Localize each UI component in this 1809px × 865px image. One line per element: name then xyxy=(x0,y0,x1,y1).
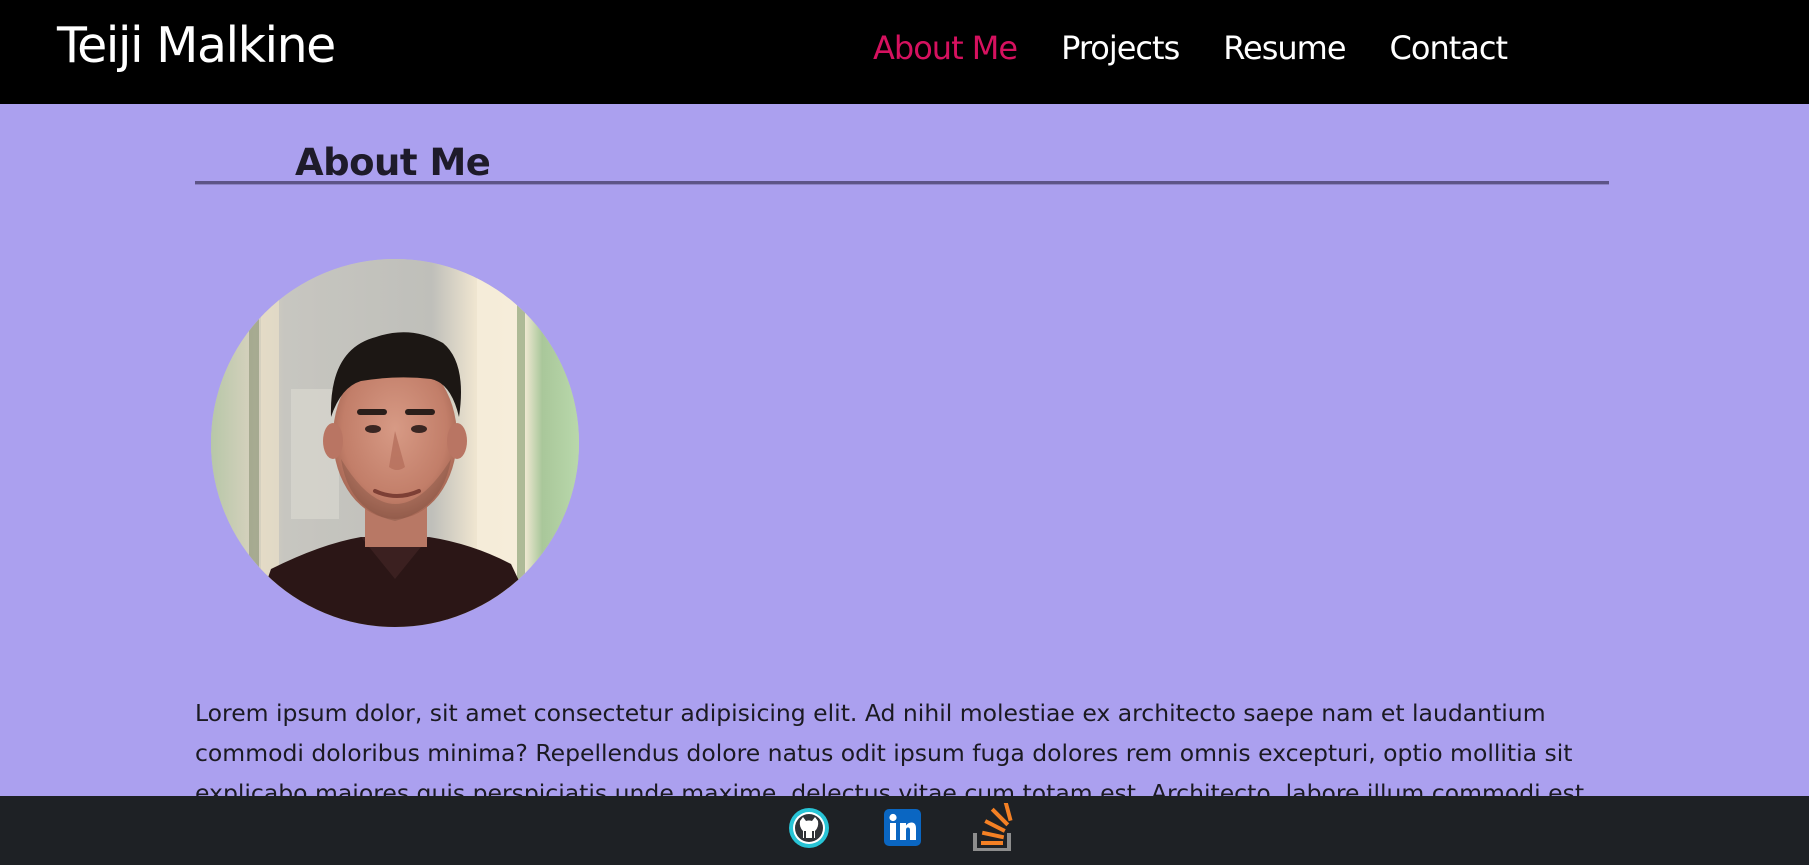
stack-overflow-icon xyxy=(973,803,1013,851)
github-icon xyxy=(789,808,829,848)
section-title: About Me xyxy=(295,140,491,184)
site-header: Teiji Malkine About Me Projects Resume C… xyxy=(0,0,1809,104)
section-divider xyxy=(195,181,1609,185)
linkedin-link[interactable] xyxy=(884,809,921,846)
nav-resume[interactable]: Resume xyxy=(1223,22,1346,74)
nav-about-me[interactable]: About Me xyxy=(873,22,1018,74)
site-brand[interactable]: Teiji Malkine xyxy=(57,14,336,78)
page: Teiji Malkine About Me Projects Resume C… xyxy=(0,0,1809,865)
profile-photo-illustration xyxy=(211,259,579,627)
profile-photo xyxy=(211,259,579,627)
github-link[interactable] xyxy=(788,807,830,849)
nav-contact[interactable]: Contact xyxy=(1390,22,1508,74)
site-footer xyxy=(0,796,1809,865)
about-paragraph: Lorem ipsum dolor, sit amet consectetur … xyxy=(195,699,1585,807)
stack-overflow-link[interactable] xyxy=(972,803,1016,851)
main-nav: About Me Projects Resume Contact xyxy=(873,22,1551,74)
linkedin-icon xyxy=(884,809,921,846)
nav-projects[interactable]: Projects xyxy=(1061,22,1180,74)
